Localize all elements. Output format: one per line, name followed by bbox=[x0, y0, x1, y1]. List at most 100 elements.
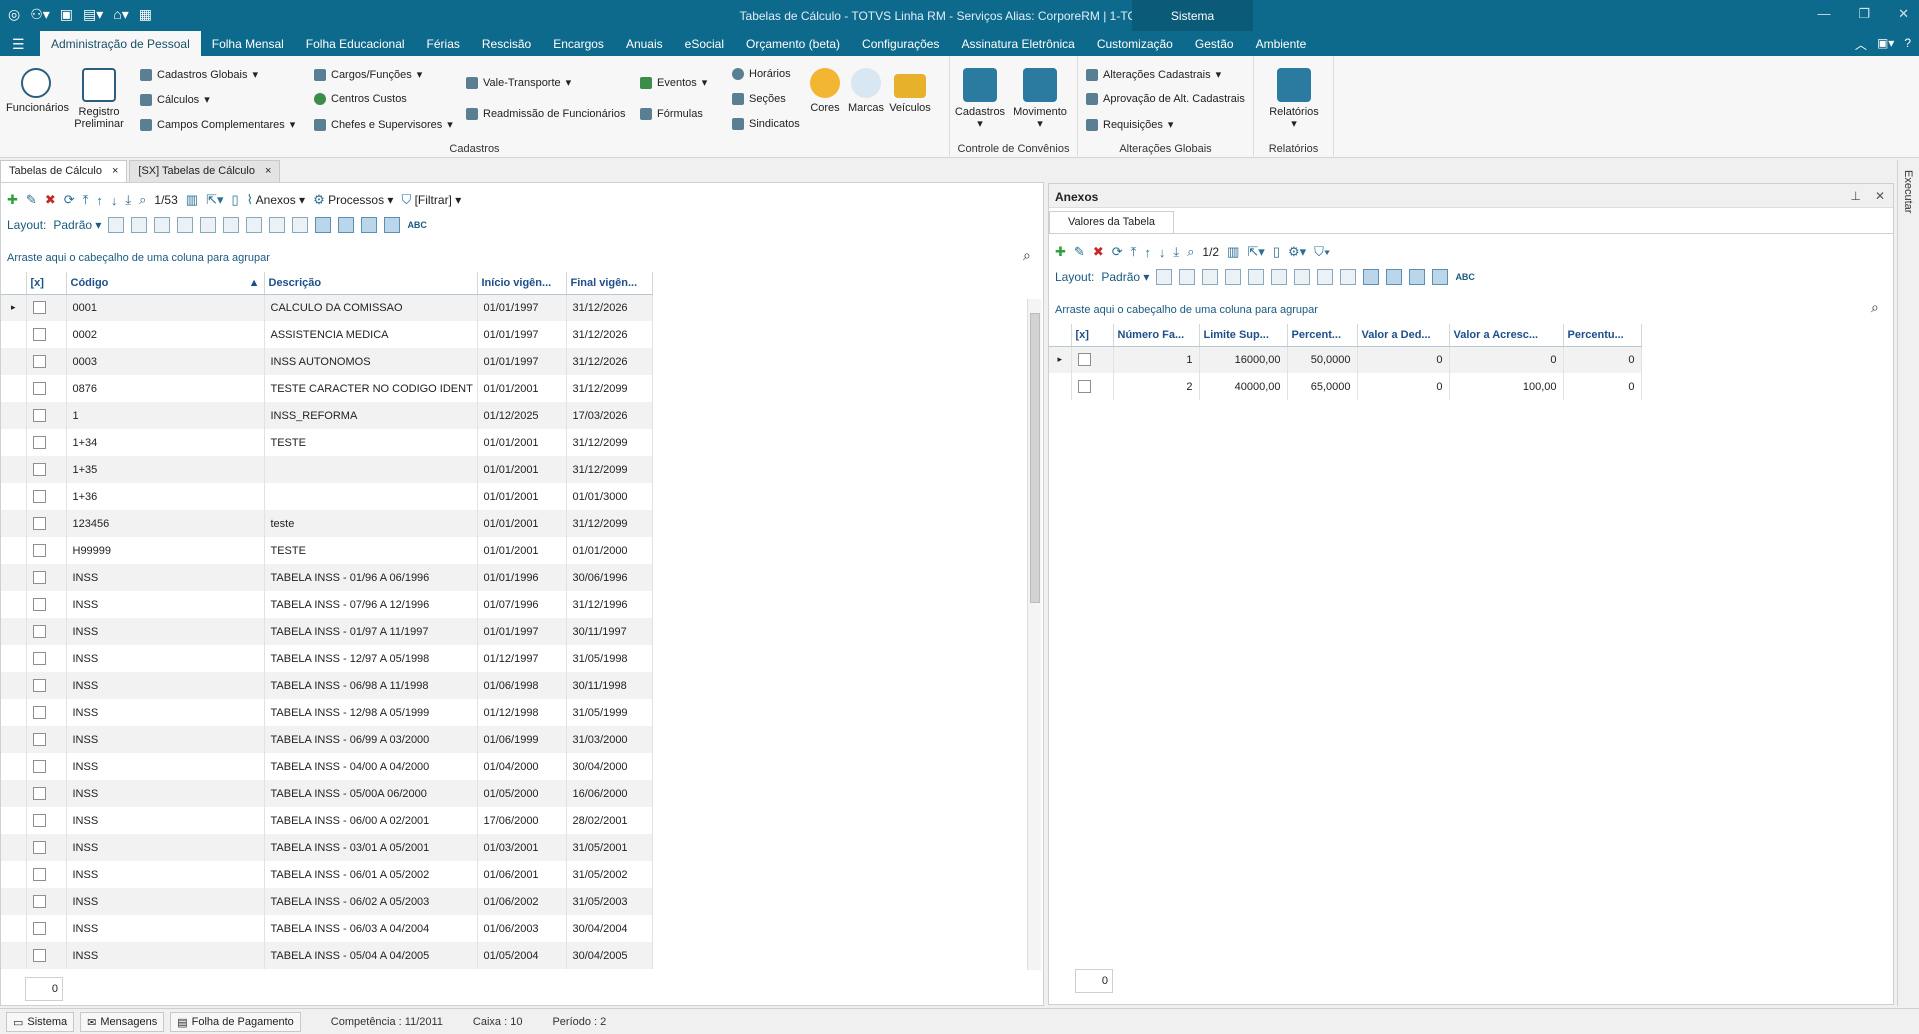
add-icon[interactable]: ✚ bbox=[7, 192, 18, 208]
table-cell[interactable]: CALCULO DA COMISSAO bbox=[264, 294, 478, 321]
paint-icon[interactable] bbox=[223, 217, 240, 233]
table-row[interactable]: 1 INSS_REFORMA 01/12/2025 17/03/2026 bbox=[1, 402, 653, 429]
menu-tab[interactable]: Orçamento (beta) bbox=[735, 31, 851, 56]
table-cell[interactable]: 1+34 bbox=[66, 429, 265, 456]
table-cell[interactable] bbox=[264, 483, 478, 510]
table-row[interactable]: 2 40000,00 65,0000 0 100,00 0 bbox=[1049, 373, 1642, 400]
executar-sidebar[interactable]: Executar bbox=[1897, 160, 1919, 1006]
table-row[interactable]: INSS TABELA INSS - 06/98 A 11/1998 01/06/1… bbox=[1, 672, 653, 699]
row-checkbox-cell[interactable] bbox=[26, 861, 67, 888]
last-record-icon[interactable]: ⤓ bbox=[1173, 244, 1179, 260]
table-row[interactable]: INSS TABELA INSS - 06/03 A 04/2004 01/06/2… bbox=[1, 915, 653, 942]
row-checkbox-cell[interactable] bbox=[26, 375, 67, 402]
table-cell[interactable]: 01/01/2001 bbox=[477, 537, 567, 564]
table-cell[interactable]: 01/01/2001 bbox=[477, 429, 567, 456]
last-record-icon[interactable]: ⤓ bbox=[125, 192, 131, 208]
view-mode-4-icon[interactable] bbox=[1432, 269, 1449, 285]
menu-tab[interactable]: Folha Educacional bbox=[295, 31, 416, 56]
report-small-icon[interactable]: ▯ bbox=[231, 192, 238, 208]
close-tab-icon[interactable]: × bbox=[112, 165, 118, 178]
table-cell[interactable]: 01/01/2001 bbox=[477, 510, 567, 537]
row-checkbox-cell[interactable] bbox=[26, 294, 67, 321]
calculos-button[interactable]: Cálculos ▾ bbox=[140, 93, 210, 106]
pin-icon[interactable] bbox=[1294, 269, 1311, 285]
row-checkbox-cell[interactable] bbox=[26, 915, 67, 942]
table-row[interactable]: 1+34 TESTE 01/01/2001 31/12/2099 bbox=[1, 429, 653, 456]
color-icon[interactable] bbox=[269, 217, 286, 233]
table-cell[interactable]: TABELA INSS - 06/03 A 04/2004 bbox=[264, 915, 478, 942]
row-checkbox-cell[interactable] bbox=[26, 618, 67, 645]
next-record-icon[interactable]: ↓ bbox=[1159, 245, 1166, 260]
table-row[interactable]: INSS TABELA INSS - 12/97 A 05/1998 01/12/1… bbox=[1, 645, 653, 672]
table-row[interactable]: ▸ 0001 CALCULO DA COMISSAO 01/01/1997 31/12/… bbox=[1, 294, 653, 321]
menu-tab[interactable]: Anuais bbox=[615, 31, 674, 56]
table-row[interactable]: INSS TABELA INSS - 12/98 A 05/1999 01/12/1… bbox=[1, 699, 653, 726]
abc-icon[interactable]: ABC bbox=[407, 220, 427, 230]
pin-panel-icon[interactable]: ⊥ bbox=[1850, 189, 1860, 203]
table-cell[interactable]: 31/12/2099 bbox=[566, 429, 653, 456]
menu-tab[interactable]: Configurações bbox=[851, 31, 950, 56]
row-checkbox[interactable] bbox=[32, 598, 46, 611]
row-checkbox[interactable] bbox=[1077, 380, 1091, 393]
refresh-icon[interactable]: ⟳ bbox=[64, 192, 75, 208]
table-cell[interactable]: 01/12/1998 bbox=[477, 699, 567, 726]
table-cell[interactable]: INSS bbox=[66, 807, 265, 834]
close-tab-icon[interactable]: × bbox=[265, 165, 271, 178]
vertical-scrollbar[interactable] bbox=[1027, 299, 1041, 970]
move-down-icon[interactable] bbox=[1248, 269, 1265, 285]
table-row[interactable]: ▸ 1 16000,00 50,0000 0 0 0 bbox=[1049, 346, 1642, 373]
row-checkbox[interactable] bbox=[32, 571, 46, 584]
row-checkbox[interactable] bbox=[32, 409, 46, 422]
table-cell[interactable]: 28/02/2001 bbox=[566, 807, 653, 834]
table-cell[interactable]: INSS bbox=[66, 861, 265, 888]
vale-transporte-button[interactable]: Vale-Transporte ▾ bbox=[466, 76, 571, 89]
chart-icon[interactable] bbox=[1340, 269, 1357, 285]
table-cell[interactable]: INSS bbox=[66, 780, 265, 807]
layout-select[interactable]: Padrão ▾ bbox=[53, 218, 101, 232]
table-row[interactable]: INSS TABELA INSS - 06/01 A 05/2002 01/06/2… bbox=[1, 861, 653, 888]
table-cell[interactable]: TABELA INSS - 05/00A 06/2000 bbox=[264, 780, 478, 807]
processos-button[interactable]: ⚙ Processos ▾ bbox=[313, 192, 393, 208]
layout-select[interactable]: Padrão ▾ bbox=[1101, 270, 1149, 284]
table-cell[interactable]: 31/12/2026 bbox=[566, 321, 653, 348]
delete-icon[interactable]: ✖ bbox=[45, 192, 56, 208]
table-row[interactable]: INSS TABELA INSS - 01/97 A 11/1997 01/01/1… bbox=[1, 618, 653, 645]
table-cell[interactable]: 31/05/1999 bbox=[566, 699, 653, 726]
table-cell[interactable]: 1+36 bbox=[66, 483, 265, 510]
table-cell[interactable]: 01/06/1999 bbox=[477, 726, 567, 753]
edit-icon[interactable]: ✎ bbox=[26, 192, 37, 208]
collapse-ribbon-icon[interactable]: ︿ bbox=[1855, 36, 1867, 53]
row-checkbox[interactable] bbox=[32, 679, 46, 692]
table-cell[interactable]: INSS bbox=[66, 699, 265, 726]
report-small-icon[interactable]: ▯ bbox=[1273, 244, 1280, 260]
row-checkbox-cell[interactable] bbox=[26, 456, 67, 483]
column-header-codigo[interactable]: Código ▲ bbox=[66, 272, 265, 295]
column-header-final[interactable]: Final vigên... bbox=[566, 272, 653, 295]
sindicatos-button[interactable]: Sindicatos bbox=[732, 118, 800, 130]
table-row[interactable]: INSS TABELA INSS - 04/00 A 04/2000 01/04/2… bbox=[1, 753, 653, 780]
table-cell[interactable]: 0003 bbox=[66, 348, 265, 375]
table-cell[interactable]: 40000,00 bbox=[1199, 373, 1288, 400]
previous-record-icon[interactable]: ↑ bbox=[1144, 245, 1151, 260]
table-cell[interactable]: 0 bbox=[1449, 346, 1564, 373]
relatorios-button[interactable]: Relatórios ▾ bbox=[1264, 68, 1324, 130]
table-cell[interactable]: 01/01/2001 bbox=[477, 456, 567, 483]
move-up-icon[interactable] bbox=[1225, 269, 1242, 285]
row-checkbox-cell[interactable] bbox=[26, 780, 67, 807]
menu-tab[interactable]: Customização bbox=[1086, 31, 1184, 56]
aprovacao-button[interactable]: Aprovação de Alt. Cadastrais bbox=[1086, 93, 1245, 105]
grid-search-icon[interactable]: ⌕ bbox=[1871, 299, 1879, 316]
table-cell[interactable]: 01/06/2002 bbox=[477, 888, 567, 915]
view-mode-4-icon[interactable] bbox=[384, 217, 401, 233]
columns-icon[interactable]: ▥ bbox=[186, 192, 198, 208]
next-record-icon[interactable]: ↓ bbox=[111, 193, 118, 208]
table-cell[interactable]: TABELA INSS - 05/04 A 04/2005 bbox=[264, 942, 478, 969]
table-cell[interactable]: 30/11/1997 bbox=[566, 618, 653, 645]
eventos-button[interactable]: Eventos ▾ bbox=[640, 76, 707, 89]
row-checkbox-cell[interactable] bbox=[26, 942, 67, 969]
row-checkbox[interactable] bbox=[32, 463, 46, 476]
menu-tab[interactable]: Folha Mensal bbox=[201, 31, 295, 56]
table-cell[interactable]: TABELA INSS - 12/98 A 05/1999 bbox=[264, 699, 478, 726]
anexos-button[interactable]: ⌇ Anexos ▾ bbox=[247, 192, 305, 208]
row-checkbox[interactable] bbox=[32, 382, 46, 395]
